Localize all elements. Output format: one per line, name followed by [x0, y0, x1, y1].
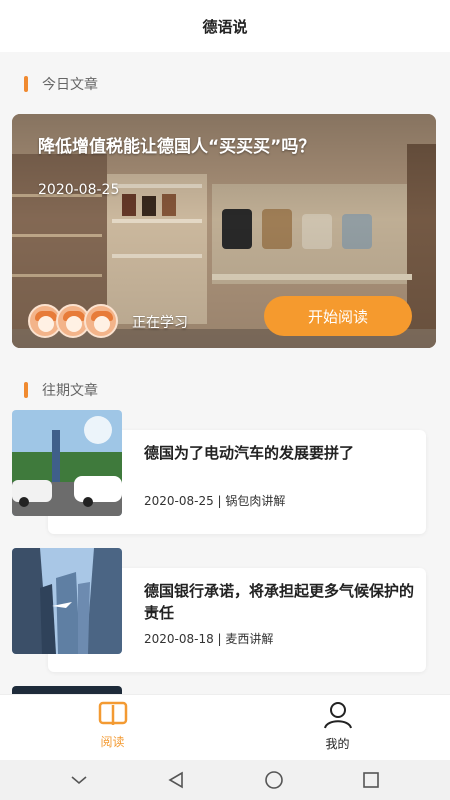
tab-read-label: 阅读 — [100, 735, 125, 749]
list-item[interactable]: 德国为了电动汽车的发展要拼了 2020-08-25 | 锅包肉讲解 — [12, 410, 438, 534]
system-nav-bar — [0, 760, 450, 800]
section-marker — [24, 382, 28, 398]
avatar-group — [28, 304, 118, 338]
studying-label: 正在学习 — [132, 315, 188, 331]
article-title: 德国为了电动汽车的发展要拼了 — [144, 444, 355, 462]
ev-charging-thumbnail — [12, 410, 122, 516]
article-meta: 2020-08-18 | 麦西讲解 — [144, 632, 274, 646]
today-headline: 降低增值税能让德国人“买买买”吗？ — [38, 137, 316, 157]
bottom-tab-bar: 阅读 我的 — [0, 694, 450, 760]
section-today-label: 今日文章 — [42, 77, 98, 93]
section-past: 往期文章 — [24, 380, 98, 400]
article-meta: 2020-08-25 | 锅包肉讲解 — [144, 494, 286, 508]
back-icon[interactable] — [156, 768, 196, 792]
today-date: 2020-08-25 — [38, 182, 120, 198]
person-icon — [323, 702, 352, 729]
tab-read[interactable]: 阅读 — [0, 695, 225, 760]
recents-icon[interactable] — [351, 768, 391, 792]
section-today: 今日文章 — [24, 74, 98, 94]
home-icon[interactable] — [254, 768, 294, 792]
skyscraper-thumbnail — [12, 548, 122, 654]
tab-mine-label: 我的 — [325, 737, 350, 751]
app-title: 德语说 — [202, 17, 248, 36]
book-icon — [98, 701, 127, 725]
collapse-icon[interactable] — [59, 768, 99, 792]
app-header: 德语说 — [0, 0, 450, 52]
tab-mine[interactable]: 我的 — [225, 695, 450, 760]
today-article-card[interactable]: 降低增值税能让德国人“买买买”吗？ 2020-08-25 正在学习 开始阅读 — [12, 114, 436, 348]
start-reading-button[interactable]: 开始阅读 — [264, 296, 412, 336]
article-title: 德国银行承诺，将承担起更多气候保护的责任 — [144, 582, 415, 622]
avatar — [84, 304, 118, 338]
section-past-label: 往期文章 — [42, 383, 98, 399]
section-marker — [24, 76, 28, 92]
list-item[interactable]: 德国银行承诺，将承担起更多气候保护的责任 2020-08-18 | 麦西讲解 — [12, 548, 438, 672]
